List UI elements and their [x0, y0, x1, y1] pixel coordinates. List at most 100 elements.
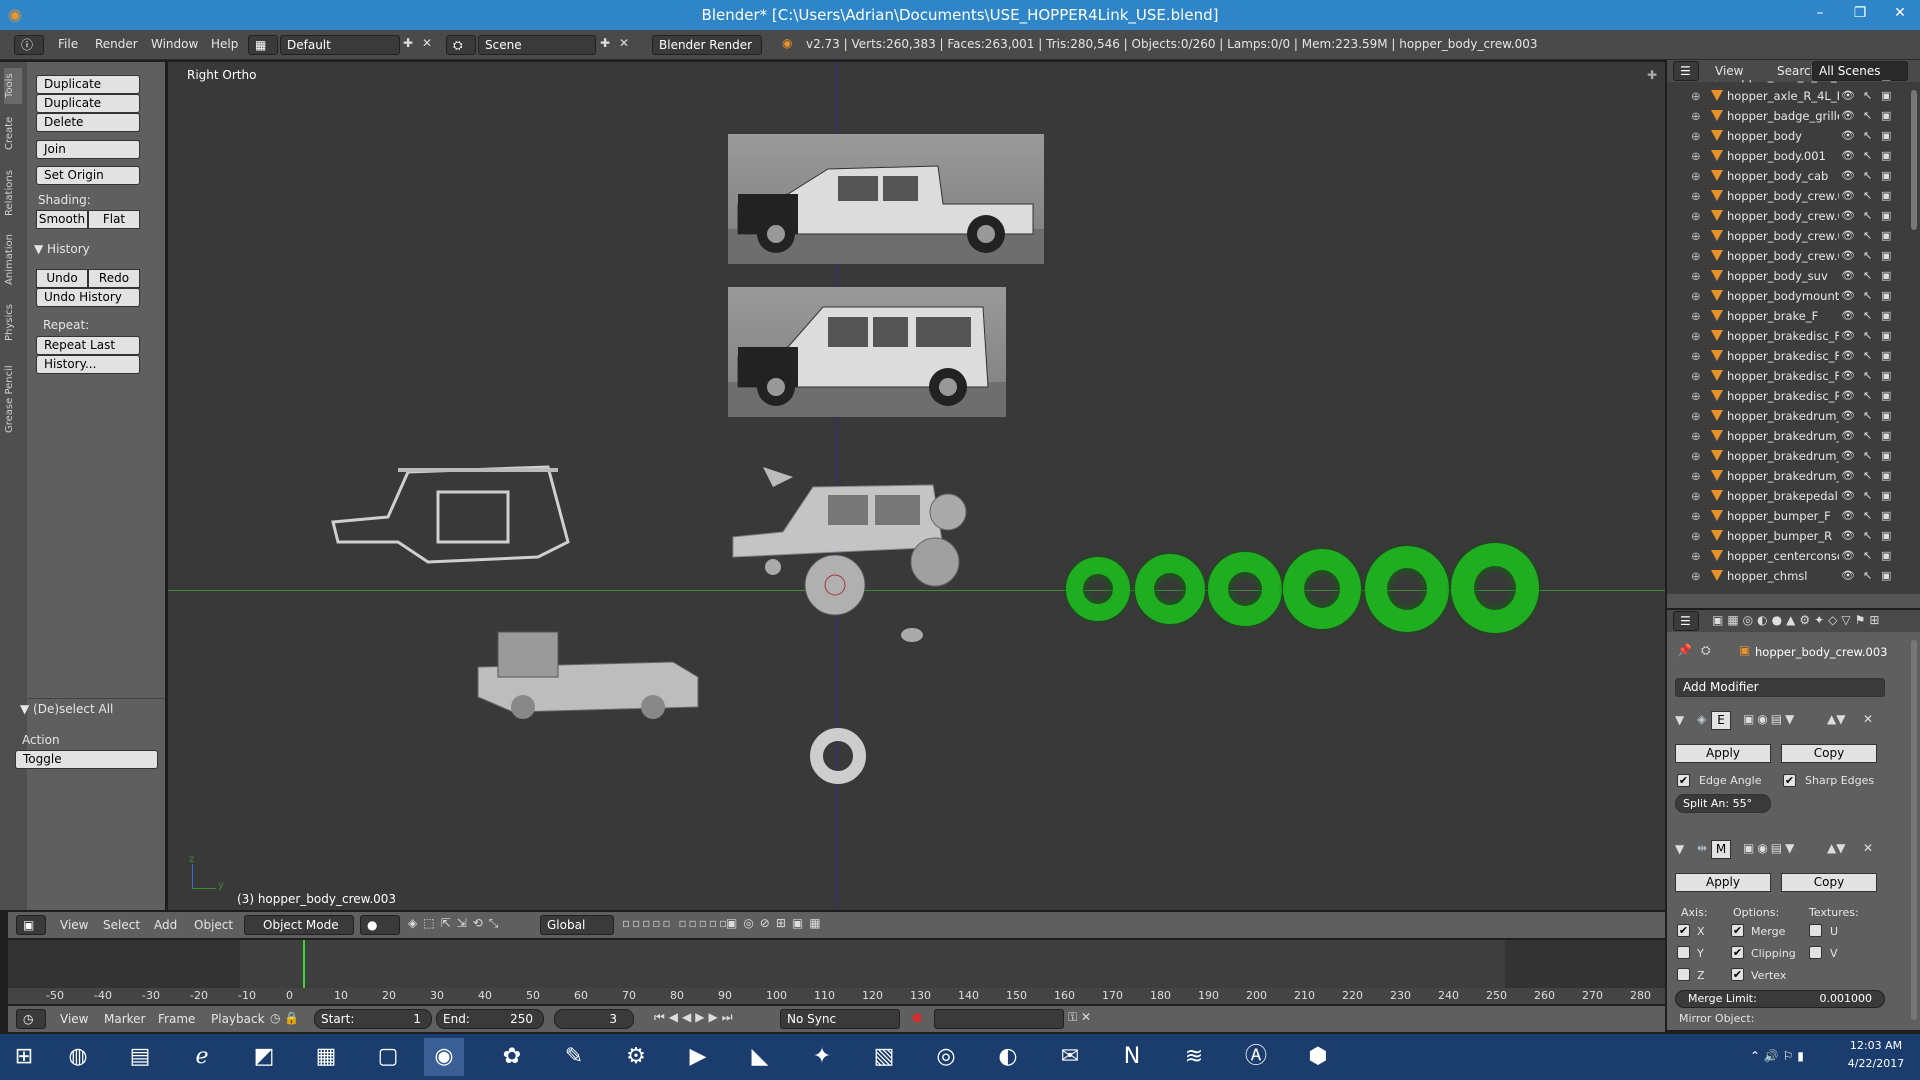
- select-cursor-icon[interactable]: ↖: [1863, 446, 1872, 466]
- clock-date[interactable]: 4/22/2017: [1838, 1057, 1914, 1070]
- visibility-icon[interactable]: 👁: [1841, 186, 1855, 206]
- vp-menu-view[interactable]: View: [60, 918, 88, 932]
- render-icon[interactable]: ▣: [1881, 406, 1891, 426]
- viewport-expand-icon[interactable]: ✚: [1647, 68, 1657, 82]
- select-cursor-icon[interactable]: ↖: [1863, 186, 1872, 206]
- tab-relations[interactable]: Relations: [4, 162, 22, 224]
- select-cursor-icon[interactable]: ↖: [1863, 506, 1872, 526]
- render-icon[interactable]: ▣: [1881, 106, 1891, 126]
- render-icon[interactable]: ▣: [1881, 366, 1891, 386]
- select-cursor-icon[interactable]: ↖: [1863, 426, 1872, 446]
- visibility-icon[interactable]: 👁: [1841, 306, 1855, 326]
- minimize-icon[interactable]: –: [1800, 0, 1840, 30]
- tab-grease-pencil[interactable]: Grease Pencil: [4, 354, 22, 444]
- axis-y-checkbox[interactable]: [1677, 946, 1690, 959]
- undo-button[interactable]: Undo: [36, 269, 88, 288]
- merge-limit-field[interactable]: Merge Limit: 0.001000: [1675, 990, 1885, 1008]
- expand-icon[interactable]: ⊕: [1691, 166, 1701, 186]
- outliner-item-name[interactable]: hopper_body_crew.00: [1727, 186, 1839, 206]
- render-icon[interactable]: ▣: [1881, 186, 1891, 206]
- tab-tools[interactable]: Tools: [4, 68, 22, 104]
- texture-u-checkbox[interactable]: [1809, 924, 1822, 937]
- select-cursor-icon[interactable]: ↖: [1863, 286, 1872, 306]
- mod2-remove-icon[interactable]: ✕: [1863, 841, 1873, 855]
- tl-menu-view[interactable]: View: [60, 1012, 88, 1026]
- outliner-item-name[interactable]: hopper_body.001: [1727, 146, 1839, 166]
- flat-button[interactable]: Flat: [88, 210, 140, 229]
- join-button[interactable]: Join: [36, 140, 140, 159]
- visibility-icon[interactable]: 👁: [1841, 466, 1855, 486]
- chrome-icon[interactable]: ◍: [58, 1038, 98, 1076]
- visibility-icon[interactable]: 👁: [1841, 106, 1855, 126]
- expand-icon[interactable]: ⊕: [1691, 86, 1701, 106]
- select-cursor-icon[interactable]: ↖: [1863, 166, 1872, 186]
- app-icon-4[interactable]: ✿: [492, 1038, 532, 1076]
- app-icon-11[interactable]: ≋: [1174, 1038, 1214, 1076]
- render-icon[interactable]: ▣: [1881, 126, 1891, 146]
- keyframe-icons[interactable]: ⚿ ✕: [1068, 1010, 1091, 1025]
- texture-v-checkbox[interactable]: [1809, 946, 1822, 959]
- torus-6[interactable]: [1451, 543, 1539, 633]
- outliner-row[interactable]: ⊕ hopper_brakedrum_RL👁 ↖ ▣: [1667, 406, 1907, 426]
- smooth-button[interactable]: Smooth: [36, 210, 88, 229]
- render-icon[interactable]: ▣: [1881, 226, 1891, 246]
- render-icon[interactable]: ▣: [1881, 446, 1891, 466]
- render-icon[interactable]: ▣: [1881, 246, 1891, 266]
- select-cursor-icon[interactable]: ↖: [1863, 566, 1872, 586]
- mode-select[interactable]: Object Mode: [244, 915, 354, 935]
- clipping-checkbox[interactable]: ✔: [1731, 946, 1744, 959]
- vp-menu-select[interactable]: Select: [103, 918, 140, 932]
- outliner-item-name[interactable]: hopper_body_cab: [1727, 166, 1839, 186]
- history-button[interactable]: History...: [36, 355, 140, 374]
- outliner-item-name[interactable]: hopper_brakedrum_RL: [1727, 406, 1839, 426]
- visibility-icon[interactable]: 👁: [1841, 446, 1855, 466]
- 3dview-editor-icon[interactable]: ▣: [16, 915, 46, 935]
- menu-help[interactable]: Help: [211, 37, 238, 51]
- steam-icon[interactable]: ⚙: [616, 1038, 656, 1076]
- split-angle-field[interactable]: Split An: 55°: [1675, 794, 1771, 813]
- visibility-icon[interactable]: 👁: [1841, 86, 1855, 106]
- mod2-collapse-icon[interactable]: ▼: [1675, 842, 1684, 856]
- acrobat-icon[interactable]: Ⓐ: [1236, 1038, 1276, 1076]
- expand-icon[interactable]: ⊕: [1691, 286, 1701, 306]
- expand-icon[interactable]: ⊕: [1691, 226, 1701, 246]
- expand-icon[interactable]: ⊕: [1691, 146, 1701, 166]
- sharp-edges-checkbox[interactable]: ✔: [1783, 774, 1796, 787]
- app-icon-1[interactable]: ◩: [244, 1038, 284, 1076]
- render-icon[interactable]: ▣: [1881, 326, 1891, 346]
- props-context-icons[interactable]: ▣▦◎◐●▲⚙✦◇▽⚑⊞: [1712, 613, 1883, 627]
- merge-checkbox[interactable]: ✔: [1731, 924, 1744, 937]
- outliner-row[interactable]: ⊕ hopper_bumper_R 👁 ↖ ▣: [1667, 526, 1907, 546]
- expand-icon[interactable]: ⊕: [1691, 386, 1701, 406]
- add-scene-icon[interactable]: ✚: [600, 36, 610, 50]
- expand-icon[interactable]: ⊕: [1691, 126, 1701, 146]
- expand-icon[interactable]: ⊕: [1691, 366, 1701, 386]
- select-cursor-icon[interactable]: ↖: [1863, 226, 1872, 246]
- outliner-item-name[interactable]: hopper_bodymounts: [1727, 286, 1839, 306]
- menu-window[interactable]: Window: [151, 37, 198, 51]
- tl-menu-playback[interactable]: Playback: [211, 1012, 265, 1026]
- expand-icon[interactable]: ⊕: [1691, 106, 1701, 126]
- outliner-row[interactable]: ⊕ hopper_brakedisc_FR 👁 ↖ ▣: [1667, 366, 1907, 386]
- reference-image-crew[interactable]: [728, 134, 1044, 264]
- select-cursor-icon[interactable]: ↖: [1863, 546, 1872, 566]
- truck-body-mesh[interactable]: [723, 457, 983, 627]
- editor-type-icon[interactable]: ⓘ: [14, 35, 44, 55]
- media-icon[interactable]: ▶: [678, 1038, 718, 1076]
- expand-icon[interactable]: ⊕: [1691, 326, 1701, 346]
- outliner-row[interactable]: ⊕ hopper_centerconsole👁 ↖ ▣: [1667, 546, 1907, 566]
- tl-menu-marker[interactable]: Marker: [104, 1012, 145, 1026]
- select-cursor-icon[interactable]: ↖: [1863, 206, 1872, 226]
- render-icon[interactable]: ▣: [1881, 486, 1891, 506]
- visibility-icon[interactable]: 👁: [1841, 406, 1855, 426]
- outliner-row[interactable]: ⊕ hopper_bodymounts 👁 ↖ ▣: [1667, 286, 1907, 306]
- vp-menu-object[interactable]: Object: [194, 918, 233, 932]
- nox-icon[interactable]: ⬢: [1298, 1038, 1338, 1076]
- outliner-row[interactable]: ⊕ hopper_body_crew.00👁 ↖ ▣: [1667, 226, 1907, 246]
- tab-create[interactable]: Create: [4, 108, 22, 158]
- tl-menu-frame[interactable]: Frame: [158, 1012, 195, 1026]
- app-icon-8[interactable]: ◎: [926, 1038, 966, 1076]
- layout-select[interactable]: Default: [280, 35, 400, 55]
- axis-x-checkbox[interactable]: ✔: [1677, 924, 1690, 937]
- render-icon[interactable]: ▣: [1881, 526, 1891, 546]
